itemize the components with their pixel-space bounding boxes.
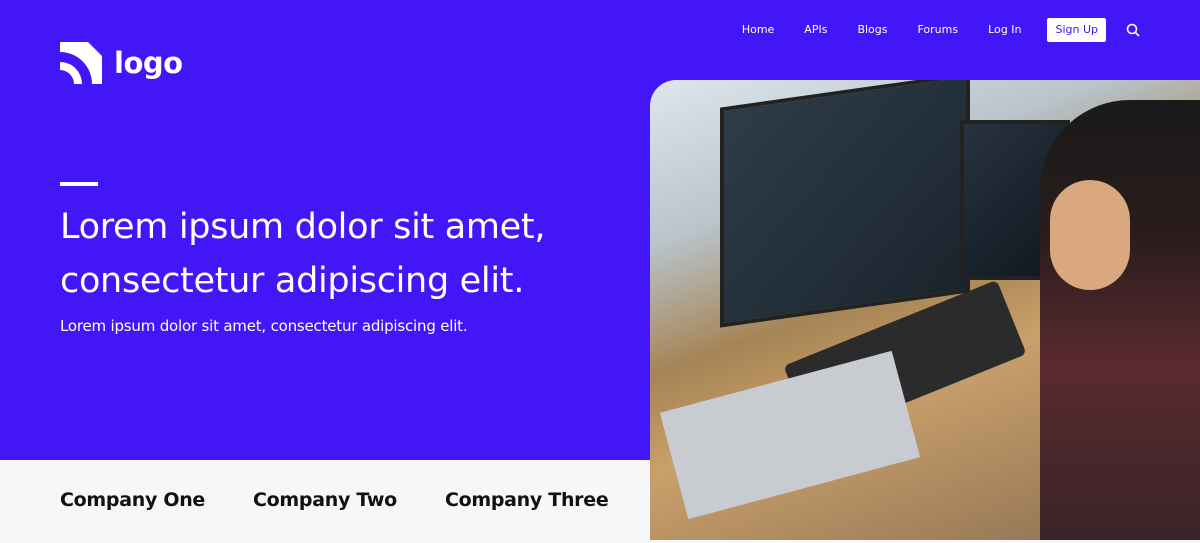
signup-button[interactable]: Sign Up — [1047, 18, 1106, 42]
nav-home[interactable]: Home — [742, 18, 774, 42]
company-logo: Company Two — [253, 489, 397, 511]
main-nav: Home APIs Blogs Forums Log In Sign Up — [742, 18, 1140, 42]
accent-dash — [60, 182, 98, 186]
person-shape — [1040, 100, 1200, 540]
face-shape — [1050, 180, 1130, 290]
company-logo: Company One — [60, 489, 206, 511]
nav-blogs[interactable]: Blogs — [857, 18, 887, 42]
logo-icon — [60, 42, 102, 84]
company-logo: Company Three — [444, 489, 609, 511]
hero-title: Lorem ipsum dolor sit amet, consectetur … — [60, 207, 546, 301]
nav-forums[interactable]: Forums — [917, 18, 958, 42]
nav-apis[interactable]: APIs — [804, 18, 827, 42]
hero-image — [650, 80, 1200, 540]
hero-subtitle: Lorem ipsum dolor sit amet, consectetur … — [60, 317, 468, 335]
nav-login[interactable]: Log In — [988, 18, 1021, 42]
logo-text: logo — [114, 46, 183, 80]
monitor-shape — [720, 80, 970, 328]
logo[interactable]: logo — [60, 42, 183, 84]
search-icon[interactable] — [1126, 23, 1140, 37]
company-list: Company One Company Two Company Three — [60, 488, 656, 512]
